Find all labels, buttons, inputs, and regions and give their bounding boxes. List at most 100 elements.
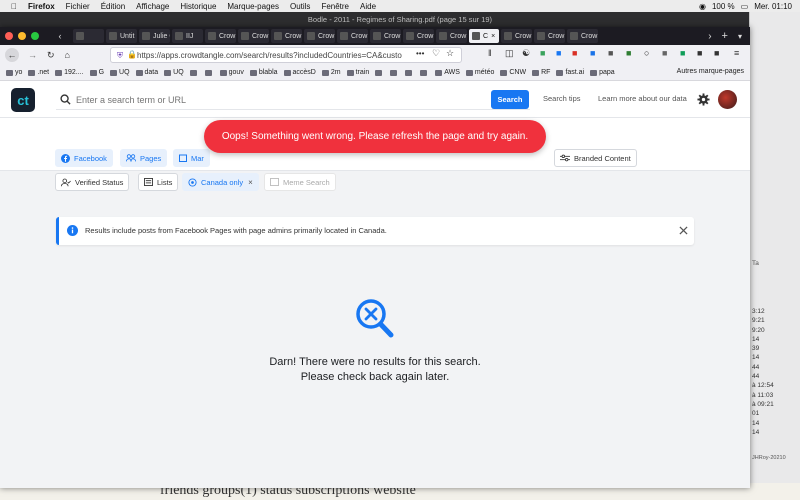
bookmark-item[interactable]: AWS: [435, 69, 460, 76]
menu-bookmarks[interactable]: Marque-pages: [227, 2, 279, 11]
home-icon[interactable]: ⌂: [65, 50, 70, 60]
bookmark-item[interactable]: 2m: [321, 69, 341, 76]
search-input[interactable]: [76, 92, 486, 108]
battery-percent[interactable]: 100 %: [712, 2, 735, 11]
tab-scroll-left-icon[interactable]: ‹: [49, 31, 71, 41]
filter-meme-search[interactable]: Meme Search: [264, 173, 336, 191]
menu-history[interactable]: Historique: [180, 2, 216, 11]
search-tips-link[interactable]: Search tips: [543, 94, 581, 103]
tab[interactable]: Crow: [534, 29, 565, 43]
menu-window[interactable]: Fenêtre: [321, 2, 349, 11]
learn-more-link[interactable]: Learn more about our data: [598, 94, 687, 103]
crowdtangle-logo[interactable]: ct: [11, 88, 35, 112]
tab[interactable]: Julie C: [139, 29, 170, 43]
extension-3-icon[interactable]: ■: [572, 48, 577, 58]
tab[interactable]: Crow: [403, 29, 434, 43]
search-button[interactable]: Search: [491, 90, 529, 109]
bookmark-item[interactable]: train: [346, 69, 369, 76]
error-toast[interactable]: Oops! Something went wrong. Please refre…: [204, 120, 546, 153]
bookmark-item[interactable]: CNW: [500, 69, 526, 76]
tab[interactable]: Crow: [567, 29, 598, 43]
bookmark-item[interactable]: UQ: [110, 69, 130, 76]
avatar[interactable]: [718, 90, 737, 109]
bookmark-item[interactable]: accèsD: [283, 69, 316, 76]
extension-2-icon[interactable]: ■: [556, 48, 561, 58]
bookmark-item[interactable]: RF: [532, 69, 550, 76]
bookmark-star-icon[interactable]: ☆: [446, 48, 454, 59]
bookmark-item[interactable]: blabla: [249, 69, 278, 76]
shield-icon[interactable]: ⛨: [117, 51, 123, 61]
menu-app-name[interactable]: Firefox: [28, 2, 55, 11]
reload-icon[interactable]: ↻: [47, 50, 55, 61]
tab[interactable]: Crow: [436, 29, 467, 43]
filter-pages[interactable]: Pages: [120, 149, 168, 167]
tab-active[interactable]: C ×: [469, 29, 499, 43]
extension-10-icon[interactable]: ■: [697, 48, 702, 58]
extension-1-icon[interactable]: ■: [540, 48, 545, 58]
bookmark-item[interactable]: papa: [590, 69, 615, 76]
bookmark-item[interactable]: [204, 69, 214, 76]
pocket-icon[interactable]: ♡: [432, 48, 440, 59]
menu-help[interactable]: Aide: [360, 2, 376, 11]
tab-scroll-right-icon[interactable]: ›: [708, 31, 711, 42]
bookmark-item[interactable]: [390, 69, 399, 76]
apple-icon[interactable]: : [11, 2, 17, 11]
bookmark-item[interactable]: gouv: [219, 69, 244, 76]
close-window-button[interactable]: [5, 32, 13, 40]
lock-icon[interactable]: 🔒: [127, 50, 137, 59]
tab[interactable]: Crow: [238, 29, 269, 43]
filter-more[interactable]: Mar: [173, 149, 210, 167]
tab[interactable]: IIJ: [172, 29, 203, 43]
bookmark-item[interactable]: .net: [28, 69, 49, 76]
extension-7-icon[interactable]: ○: [644, 48, 649, 58]
tab[interactable]: [73, 29, 104, 43]
close-icon[interactable]: [679, 226, 688, 235]
menu-tools[interactable]: Outils: [290, 2, 310, 11]
tab-list-menu-icon[interactable]: ▾: [738, 32, 742, 41]
menu-edit[interactable]: Édition: [101, 2, 125, 11]
tab[interactable]: Crow: [205, 29, 236, 43]
bookmark-item[interactable]: [420, 69, 429, 76]
new-tab-button[interactable]: +: [722, 30, 728, 42]
tab[interactable]: Untit: [106, 29, 137, 43]
bookmark-item[interactable]: data: [135, 69, 158, 76]
other-bookmarks[interactable]: Autres marque-pages: [677, 68, 744, 75]
bookmark-item[interactable]: 192....: [55, 69, 84, 76]
back-arrow-icon[interactable]: ←: [5, 48, 19, 62]
app-menu-icon[interactable]: ≡: [734, 48, 739, 58]
bookmark-item[interactable]: G: [89, 69, 104, 76]
bookmark-item[interactable]: [189, 69, 199, 76]
bookmark-item[interactable]: fast.ai: [556, 69, 584, 76]
extension-5-icon[interactable]: ■: [608, 48, 613, 58]
close-tab-icon[interactable]: ×: [491, 33, 495, 40]
sidebar-icon[interactable]: ◫: [505, 48, 514, 59]
remove-filter-icon[interactable]: ×: [248, 178, 253, 187]
battery-icon[interactable]: ▭: [741, 2, 749, 11]
extension-4-icon[interactable]: ■: [590, 48, 595, 58]
zoom-window-button[interactable]: [31, 32, 39, 40]
tab[interactable]: Crow: [501, 29, 532, 43]
filter-facebook[interactable]: Facebook: [55, 149, 113, 167]
bookmark-item[interactable]: [405, 69, 414, 76]
extension-8-icon[interactable]: ■: [662, 48, 667, 58]
filter-lists[interactable]: Lists: [138, 173, 179, 191]
filter-verified-status[interactable]: Verified Status: [55, 173, 130, 191]
synced-tabs-icon[interactable]: ☯: [522, 48, 530, 59]
bookmark-item[interactable]: [375, 69, 384, 76]
tab[interactable]: Crow: [370, 29, 401, 43]
menu-view[interactable]: Affichage: [136, 2, 169, 11]
extension-6-icon[interactable]: ■: [626, 48, 631, 58]
tab[interactable]: Crow: [271, 29, 302, 43]
filter-branded-content[interactable]: Branded Content: [554, 149, 637, 167]
filter-canada-only[interactable]: Canada only ×: [182, 173, 259, 191]
url-bar[interactable]: ⛨ 🔒 https://apps.crowdtangle.com/search/…: [110, 47, 462, 63]
minimize-window-button[interactable]: [18, 32, 26, 40]
clock[interactable]: Mer. 01:10: [754, 2, 792, 11]
extension-11-icon[interactable]: ■: [714, 48, 719, 58]
menu-file[interactable]: Fichier: [66, 2, 90, 11]
gear-icon[interactable]: [697, 93, 710, 106]
library-icon[interactable]: ‖: [488, 48, 492, 58]
tab[interactable]: Crow: [337, 29, 368, 43]
forward-arrow-icon[interactable]: →: [28, 50, 37, 60]
bookmark-item[interactable]: UQ: [164, 69, 184, 76]
